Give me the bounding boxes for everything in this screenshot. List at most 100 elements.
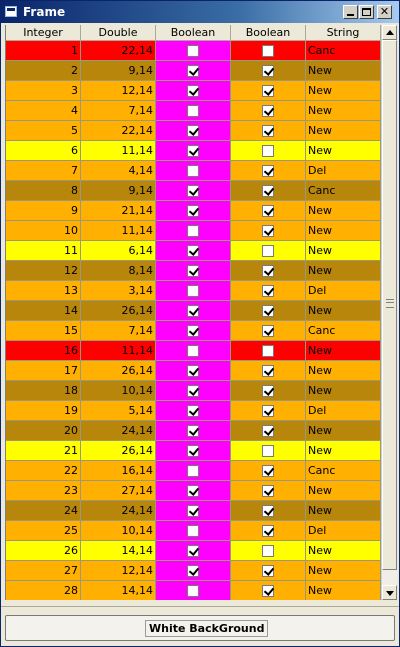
title-bar[interactable]: Frame ✕ (1, 1, 399, 23)
cell-boolean-2[interactable] (231, 361, 306, 381)
column-header-boolean-1[interactable]: Boolean (156, 25, 231, 41)
cell-boolean-1[interactable] (156, 361, 231, 381)
cell-boolean-2[interactable] (231, 581, 306, 600)
checkbox[interactable] (187, 545, 199, 557)
cell-integer[interactable]: 28 (6, 581, 81, 600)
cell-boolean-2[interactable] (231, 321, 306, 341)
checkbox[interactable] (262, 345, 274, 357)
cell-double[interactable]: 8,14 (81, 261, 156, 281)
table-row[interactable]: 14 26,14 New (6, 301, 381, 321)
cell-boolean-2[interactable] (231, 221, 306, 241)
checkbox[interactable] (187, 165, 199, 177)
cell-string[interactable]: Del (306, 521, 381, 541)
cell-double[interactable]: 10,14 (81, 381, 156, 401)
cell-boolean-1[interactable] (156, 81, 231, 101)
checkbox[interactable] (187, 245, 199, 257)
cell-boolean-2[interactable] (231, 161, 306, 181)
table-row[interactable]: 21 26,14 New (6, 441, 381, 461)
checkbox[interactable] (187, 505, 199, 517)
table-row[interactable]: 23 27,14 New (6, 481, 381, 501)
cell-string[interactable]: Del (306, 161, 381, 181)
checkbox[interactable] (262, 165, 274, 177)
table-row[interactable]: 24 24,14 New (6, 501, 381, 521)
cell-boolean-1[interactable] (156, 521, 231, 541)
cell-double[interactable]: 7,14 (81, 321, 156, 341)
cell-integer[interactable]: 16 (6, 341, 81, 361)
cell-string[interactable]: Canc (306, 321, 381, 341)
table-row[interactable]: 15 7,14 Canc (6, 321, 381, 341)
checkbox[interactable] (187, 125, 199, 137)
table-row[interactable]: 7 4,14 Del (6, 161, 381, 181)
checkbox[interactable] (187, 285, 199, 297)
cell-double[interactable]: 12,14 (81, 561, 156, 581)
cell-string[interactable]: New (306, 121, 381, 141)
cell-integer[interactable]: 6 (6, 141, 81, 161)
cell-boolean-1[interactable] (156, 441, 231, 461)
cell-string[interactable]: New (306, 481, 381, 501)
cell-double[interactable]: 10,14 (81, 521, 156, 541)
cell-boolean-1[interactable] (156, 141, 231, 161)
cell-boolean-2[interactable] (231, 481, 306, 501)
table-row[interactable]: 13 3,14 Del (6, 281, 381, 301)
cell-boolean-1[interactable] (156, 421, 231, 441)
checkbox[interactable] (262, 465, 274, 477)
checkbox[interactable] (262, 365, 274, 377)
checkbox[interactable] (262, 405, 274, 417)
cell-double[interactable]: 21,14 (81, 201, 156, 221)
cell-string[interactable]: New (306, 201, 381, 221)
checkbox[interactable] (262, 425, 274, 437)
table-row[interactable]: 20 24,14 New (6, 421, 381, 441)
checkbox[interactable] (187, 45, 199, 57)
checkbox[interactable] (262, 545, 274, 557)
cell-boolean-1[interactable] (156, 161, 231, 181)
table-row[interactable]: 1 22,14 Canc (6, 41, 381, 61)
cell-integer[interactable]: 27 (6, 561, 81, 581)
checkbox[interactable] (187, 525, 199, 537)
checkbox[interactable] (187, 405, 199, 417)
cell-boolean-1[interactable] (156, 101, 231, 121)
cell-boolean-2[interactable] (231, 121, 306, 141)
cell-boolean-1[interactable] (156, 181, 231, 201)
cell-boolean-1[interactable] (156, 481, 231, 501)
cell-boolean-2[interactable] (231, 101, 306, 121)
cell-string[interactable]: New (306, 101, 381, 121)
cell-boolean-2[interactable] (231, 61, 306, 81)
cell-string[interactable]: New (306, 441, 381, 461)
cell-boolean-1[interactable] (156, 321, 231, 341)
table-row[interactable]: 16 11,14 New (6, 341, 381, 361)
checkbox[interactable] (187, 585, 199, 597)
cell-integer[interactable]: 8 (6, 181, 81, 201)
cell-boolean-2[interactable] (231, 81, 306, 101)
cell-string[interactable]: New (306, 81, 381, 101)
cell-double[interactable]: 9,14 (81, 61, 156, 81)
checkbox[interactable] (262, 185, 274, 197)
checkbox[interactable] (262, 445, 274, 457)
checkbox[interactable] (187, 265, 199, 277)
checkbox[interactable] (262, 45, 274, 57)
cell-boolean-1[interactable] (156, 501, 231, 521)
table-row[interactable]: 12 8,14 New (6, 261, 381, 281)
cell-integer[interactable]: 2 (6, 61, 81, 81)
cell-string[interactable]: New (306, 381, 381, 401)
cell-boolean-1[interactable] (156, 341, 231, 361)
cell-integer[interactable]: 17 (6, 361, 81, 381)
checkbox[interactable] (187, 425, 199, 437)
cell-boolean-2[interactable] (231, 181, 306, 201)
cell-double[interactable]: 11,14 (81, 221, 156, 241)
cell-boolean-2[interactable] (231, 521, 306, 541)
cell-boolean-2[interactable] (231, 501, 306, 521)
table-row[interactable]: 4 7,14 New (6, 101, 381, 121)
cell-double[interactable]: 22,14 (81, 121, 156, 141)
cell-double[interactable]: 24,14 (81, 421, 156, 441)
table-row[interactable]: 2 9,14 New (6, 61, 381, 81)
cell-boolean-2[interactable] (231, 301, 306, 321)
table-row[interactable]: 22 16,14 Canc (6, 461, 381, 481)
cell-double[interactable]: 26,14 (81, 441, 156, 461)
cell-boolean-1[interactable] (156, 301, 231, 321)
cell-string[interactable]: New (306, 581, 381, 600)
table-row[interactable]: 3 12,14 New (6, 81, 381, 101)
cell-boolean-2[interactable] (231, 541, 306, 561)
table-row[interactable]: 28 14,14 New (6, 581, 381, 600)
checkbox[interactable] (262, 305, 274, 317)
cell-boolean-2[interactable] (231, 41, 306, 61)
